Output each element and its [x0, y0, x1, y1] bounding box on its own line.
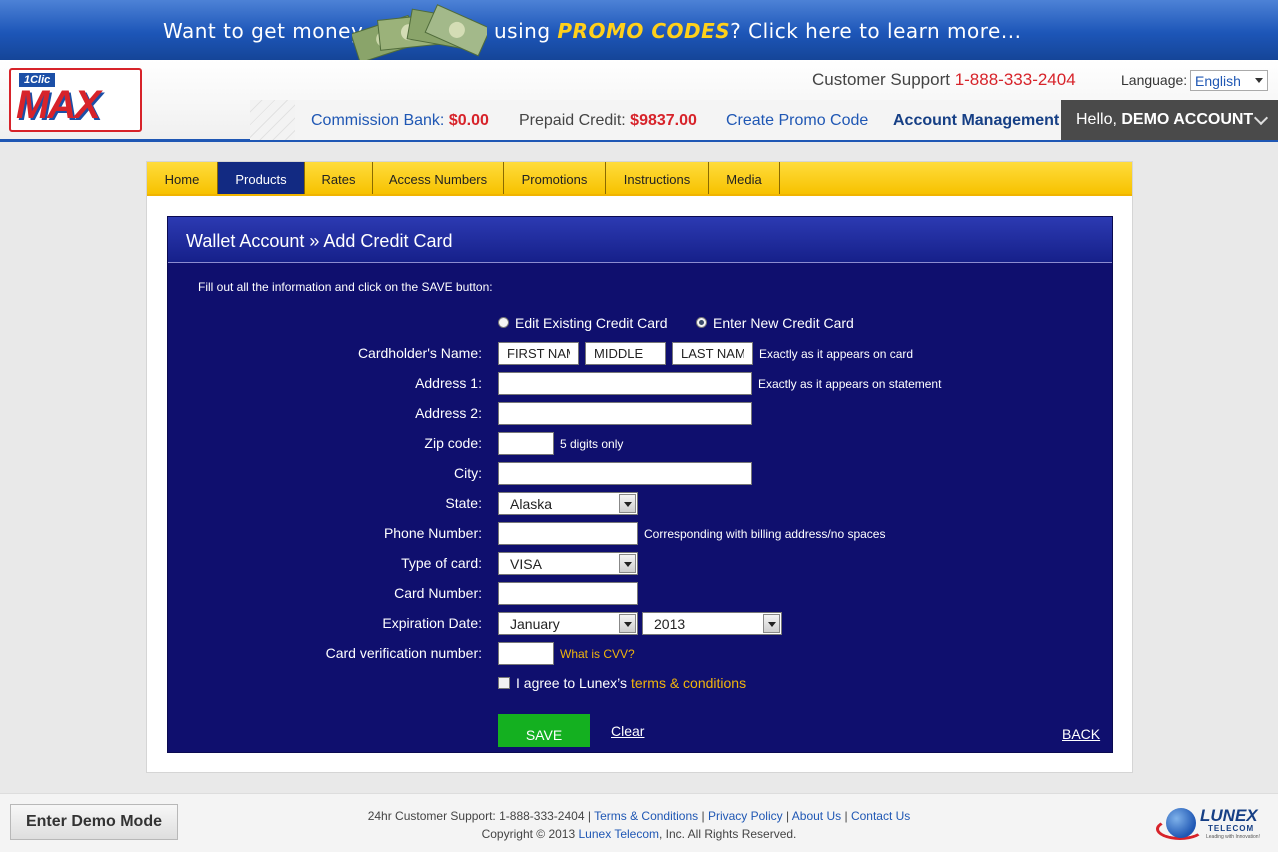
privacy-policy-link[interactable]: Privacy Policy — [708, 809, 783, 823]
main-content: Home Products Rates Access Numbers Promo… — [146, 161, 1133, 773]
city-label: City: — [454, 465, 482, 481]
cvv-input[interactable] — [498, 642, 554, 665]
address2-label: Address 2: — [415, 405, 482, 421]
what-is-cvv-link[interactable]: What is CVV? — [560, 647, 635, 661]
dropdown-arrow-icon — [619, 494, 636, 513]
card-number-input[interactable] — [498, 582, 638, 605]
footer-links: 24hr Customer Support: 1-888-333-2404 | … — [367, 809, 911, 823]
about-us-link[interactable]: About Us — [792, 809, 841, 823]
oneclic-max-logo[interactable]: 1Clic MAX — [9, 68, 142, 132]
state-select[interactable]: Alaska — [498, 492, 638, 515]
commission-value: $0.00 — [448, 112, 489, 129]
contact-us-link[interactable]: Contact Us — [851, 809, 910, 823]
user-name: DEMO ACCOUNT — [1121, 111, 1254, 128]
menu-access-numbers[interactable]: Access Numbers — [373, 162, 504, 194]
lunex-telecom-link[interactable]: Lunex Telecom — [579, 827, 660, 841]
card-type-select[interactable]: VISA — [498, 552, 638, 575]
zip-label: Zip code: — [424, 435, 482, 451]
middle-name-input[interactable] — [585, 342, 666, 365]
radio-edit-label: Edit Existing Credit Card — [515, 315, 668, 331]
agree-label: I agree to Lunex’s terms & conditions — [516, 675, 747, 691]
exp-year-select[interactable]: 2013 — [642, 612, 782, 635]
address1-input[interactable] — [498, 372, 752, 395]
copyright: Copyright © 2013 Lunex Telecom, Inc. All… — [481, 827, 797, 841]
menu-media[interactable]: Media — [709, 162, 780, 194]
zip-input[interactable] — [498, 432, 554, 455]
chevron-down-icon — [1253, 110, 1269, 126]
menu-home[interactable]: Home — [147, 162, 218, 194]
customer-support: Customer Support 1-888-333-2404 — [812, 70, 1076, 89]
address1-hint: Exactly as it appears on statement — [758, 377, 942, 391]
promo-text-after: using PROMO CODES? Click here to learn m… — [494, 19, 1022, 43]
promo-banner[interactable]: Want to get money using PROMO CODES? Cli… — [0, 0, 1278, 64]
state-label: State: — [445, 495, 482, 511]
cvv-label: Card verification number: — [325, 645, 482, 661]
dropdown-arrow-icon — [1255, 78, 1263, 83]
commission-bank-link[interactable]: Commission Bank: $0.00 — [311, 112, 489, 130]
create-promo-code-link[interactable]: Create Promo Code — [726, 112, 868, 130]
prepaid-value: $9837.00 — [630, 112, 697, 129]
menu-products[interactable]: Products — [218, 162, 305, 194]
phone-hint: Corresponding with billing address/no sp… — [644, 527, 886, 541]
site-header: 1Clic MAX Customer Support 1-888-333-240… — [0, 60, 1278, 142]
lunex-logo[interactable]: LUNEX TELECOM Leading with Innovation! — [1156, 804, 1268, 844]
back-link[interactable]: BACK — [1062, 726, 1100, 742]
dropdown-arrow-icon — [619, 554, 636, 573]
form-header: Wallet Account » Add Credit Card — [168, 217, 1112, 263]
save-button[interactable]: SAVE — [498, 714, 590, 747]
language-label: Language: — [1121, 72, 1188, 88]
card-type-label: Type of card: — [401, 555, 482, 571]
language-select[interactable]: English — [1190, 70, 1268, 91]
card-number-label: Card Number: — [394, 585, 482, 601]
form-title: Wallet Account » Add Credit Card — [186, 231, 453, 251]
menu-instructions[interactable]: Instructions — [606, 162, 709, 194]
terms-link[interactable]: terms & conditions — [631, 675, 746, 691]
account-management-link[interactable]: Account Management — [893, 112, 1059, 130]
cardholder-label: Cardholder's Name: — [357, 345, 482, 361]
address2-input[interactable] — [498, 402, 752, 425]
phone-input[interactable] — [498, 522, 638, 545]
exp-month-select[interactable]: January — [498, 612, 638, 635]
radio-edit-existing[interactable] — [498, 317, 509, 328]
first-name-input[interactable] — [498, 342, 579, 365]
menu-rates[interactable]: Rates — [305, 162, 373, 194]
dropdown-arrow-icon — [763, 614, 780, 633]
logo-name: MAX — [16, 83, 101, 127]
globe-icon — [1166, 808, 1196, 838]
dropdown-arrow-icon — [619, 614, 636, 633]
phone-label: Phone Number: — [383, 525, 482, 541]
expiration-label: Expiration Date: — [382, 615, 482, 631]
last-name-input[interactable] — [672, 342, 753, 365]
credit-card-form: Wallet Account » Add Credit Card Fill ou… — [167, 216, 1113, 753]
city-input[interactable] — [498, 462, 752, 485]
menu-promotions[interactable]: Promotions — [504, 162, 606, 194]
terms-conditions-link[interactable]: Terms & Conditions — [594, 809, 698, 823]
clear-link[interactable]: Clear — [611, 723, 644, 739]
agree-checkbox[interactable] — [498, 677, 510, 689]
promo-text-before: Want to get money — [163, 19, 364, 43]
radio-enter-new[interactable] — [696, 317, 707, 328]
support-phone: 1-888-333-2404 — [954, 70, 1076, 89]
cardholder-hint: Exactly as it appears on card — [759, 347, 914, 361]
prepaid-credit: Prepaid Credit: $9837.00 — [519, 112, 697, 129]
user-menu[interactable]: Hello, DEMO ACCOUNT — [1061, 100, 1278, 140]
address1-label: Address 1: — [415, 375, 482, 391]
form-instructions: Fill out all the information and click o… — [198, 280, 493, 294]
site-footer: Enter Demo Mode 24hr Customer Support: 1… — [0, 793, 1278, 852]
main-menu: Home Products Rates Access Numbers Promo… — [147, 162, 1132, 196]
zip-hint: 5 digits only — [560, 437, 624, 451]
radio-new-label: Enter New Credit Card — [713, 315, 854, 331]
